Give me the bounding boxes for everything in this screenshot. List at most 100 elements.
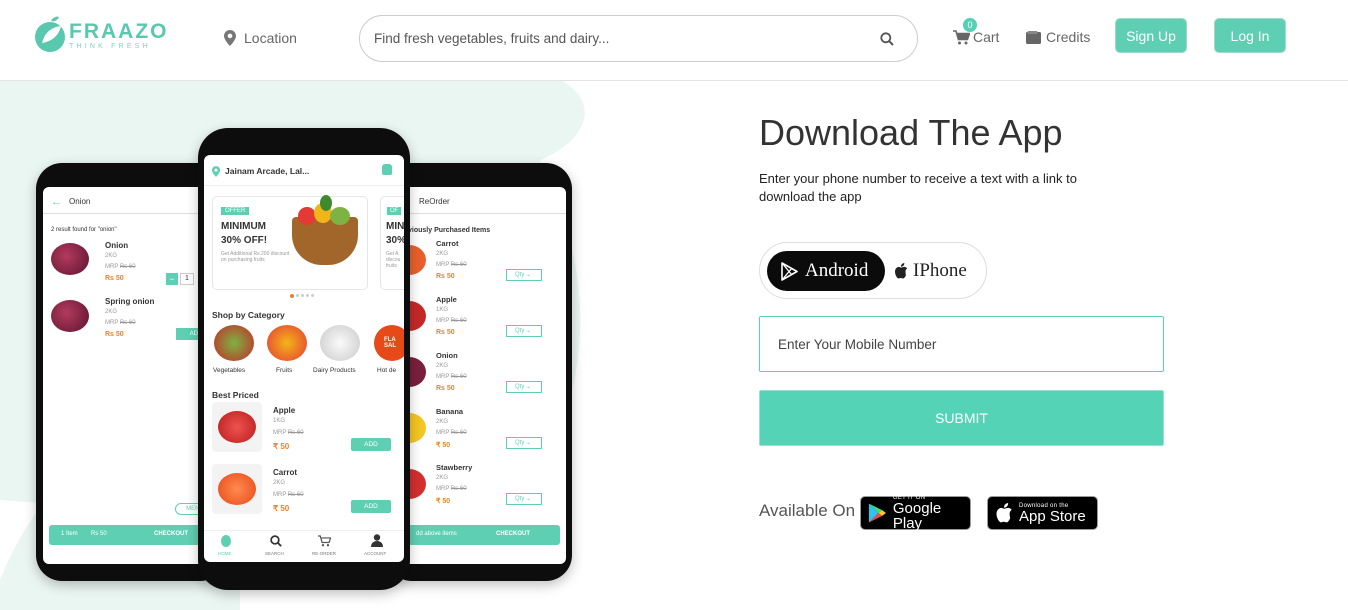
cart-count-badge: 0 <box>963 18 977 32</box>
qty-dropdown[interactable]: Qty ⌄ <box>506 493 542 505</box>
platform-toggle: Android IPhone <box>759 242 987 299</box>
dairy-image[interactable] <box>320 325 360 361</box>
nav-label: ACCOUNT <box>364 551 387 556</box>
mobile-number-input[interactable] <box>759 316 1164 372</box>
credits-label: Credits <box>1046 29 1091 45</box>
log-in-button[interactable]: Log In <box>1214 18 1286 53</box>
submit-button[interactable]: SUBMIT <box>759 390 1164 446</box>
search-icon[interactable] <box>270 535 282 547</box>
mrp-label: MRP <box>436 374 450 380</box>
item-name: Banana <box>436 407 464 416</box>
app-store-badge[interactable]: Download on the App Store <box>987 496 1098 530</box>
item-mrp: Rs 60 <box>450 486 467 492</box>
available-on-label: Available On <box>759 501 856 520</box>
item-mrp: Rs 60 <box>287 430 304 436</box>
item-mrp: Rs 60 <box>287 492 304 498</box>
map-pin-icon <box>224 30 236 46</box>
nav-label: HOME <box>218 551 232 556</box>
carousel-dots[interactable] <box>290 294 314 298</box>
qty-dropdown[interactable]: Qty ⌄ <box>506 325 542 337</box>
item-mrp: Rs 60 <box>450 430 467 436</box>
divider <box>204 185 404 186</box>
home-icon[interactable] <box>221 535 231 547</box>
qty-dropdown[interactable]: Qty ⌄ <box>506 437 542 449</box>
item-price: Rs 50 <box>436 273 455 280</box>
product-image <box>218 473 256 505</box>
offer2-title-1: MINI <box>386 221 404 232</box>
category-label: Vegetables <box>213 367 246 374</box>
wallet-icon <box>1026 30 1041 44</box>
item-price: ₹ 50 <box>436 442 451 449</box>
search-icon <box>880 31 894 46</box>
item-price: Rs 50 <box>105 331 124 338</box>
qty-dropdown[interactable]: Qty ⌄ <box>506 269 542 281</box>
item-mrp: Rs 60 <box>450 374 467 380</box>
qty-value: 1 <box>180 273 194 285</box>
reorder-cart-icon[interactable] <box>318 535 331 547</box>
bar-price: Rs 50 <box>91 531 107 537</box>
leaf-logo-icon <box>35 16 65 52</box>
account-icon[interactable] <box>371 534 383 547</box>
product-image <box>218 411 256 443</box>
vegetables-image[interactable] <box>214 325 254 361</box>
delivery-address[interactable]: Jainam Arcade, Lal... <box>225 166 309 176</box>
credits-link[interactable]: Credits <box>1026 29 1090 45</box>
item-mrp: Rs 60 <box>450 318 467 324</box>
location-selector[interactable]: Location <box>224 30 297 46</box>
bell-icon[interactable] <box>382 164 392 175</box>
offer2-badge: OF <box>387 207 402 215</box>
phone-center-screen: Jainam Arcade, Lal... OFFER MINIMUM 30% … <box>204 155 404 562</box>
phone-center: Jainam Arcade, Lal... OFFER MINIMUM 30% … <box>198 128 410 590</box>
search-bar <box>359 15 918 62</box>
qty-label: Qty <box>515 384 525 390</box>
item-weight: 2KG <box>105 309 118 315</box>
cart-link[interactable]: 0 Cart <box>953 18 999 45</box>
app-store-main: App Store <box>1019 507 1086 525</box>
onion-image <box>51 243 89 275</box>
item-weight: 2KG <box>273 480 286 486</box>
item-name: Onion <box>436 351 458 360</box>
sign-up-button[interactable]: Sign Up <box>1115 18 1187 53</box>
bar-checkout: CHECKOUT <box>496 531 530 537</box>
item-name: Apple <box>273 406 296 415</box>
item-weight: 1KG <box>273 418 286 424</box>
location-label: Location <box>244 30 297 46</box>
fruits-image[interactable] <box>267 325 307 361</box>
android-option[interactable]: Android <box>767 251 885 291</box>
search-input[interactable] <box>374 31 857 46</box>
brand-logo[interactable]: FRAAZO THINK FRESH <box>33 15 169 55</box>
header: FRAAZO THINK FRESH Location 0 Cart Credi… <box>0 0 1348 81</box>
qty-label: Qty <box>515 272 525 278</box>
search-button[interactable] <box>857 16 917 61</box>
add-button[interactable]: ADD <box>351 438 391 451</box>
category-label: Dairy Products <box>313 367 356 374</box>
divider <box>392 213 566 214</box>
offer-subtitle: Get Additional Rs.200 discount on purcha… <box>221 251 290 263</box>
brand-name: FRAAZO <box>69 19 169 43</box>
offer-title-2: 30% OFF! <box>221 235 268 246</box>
item-weight: 2KG <box>436 475 449 481</box>
back-arrow-icon[interactable]: ← <box>51 196 62 208</box>
download-title: Download The App <box>759 112 1063 153</box>
decrement-button[interactable]: − <box>166 273 178 285</box>
qty-label: Qty <box>515 440 525 446</box>
google-play-badge[interactable]: GET IT ON Google Play <box>860 495 971 531</box>
play-icon <box>781 261 798 281</box>
item-name: Spring onion <box>105 297 155 306</box>
add-button[interactable]: ADD <box>351 500 391 513</box>
qty-dropdown[interactable]: Qty ⌄ <box>506 381 542 393</box>
mrp-label: MRP <box>436 486 450 492</box>
left-search-text[interactable]: Onion <box>69 197 90 206</box>
divider <box>43 213 219 214</box>
item-name: Onion <box>105 241 129 250</box>
google-play-icon <box>868 503 886 523</box>
item-price: ₹ 50 <box>273 442 290 451</box>
item-price: ₹ 50 <box>273 504 290 513</box>
iphone-label: IPhone <box>913 260 967 281</box>
offer2-subtitle: Get A discou fruits <box>386 251 401 269</box>
item-price: Rs 50 <box>436 385 455 392</box>
phone-right-screen: ReOrder viously Purchased Items Carrot 2K… <box>392 187 566 564</box>
phone-left-screen: ← Onion 2 result found for "onion" Onion… <box>43 187 219 564</box>
map-pin-icon <box>212 166 220 177</box>
iphone-option[interactable]: IPhone <box>894 251 967 291</box>
